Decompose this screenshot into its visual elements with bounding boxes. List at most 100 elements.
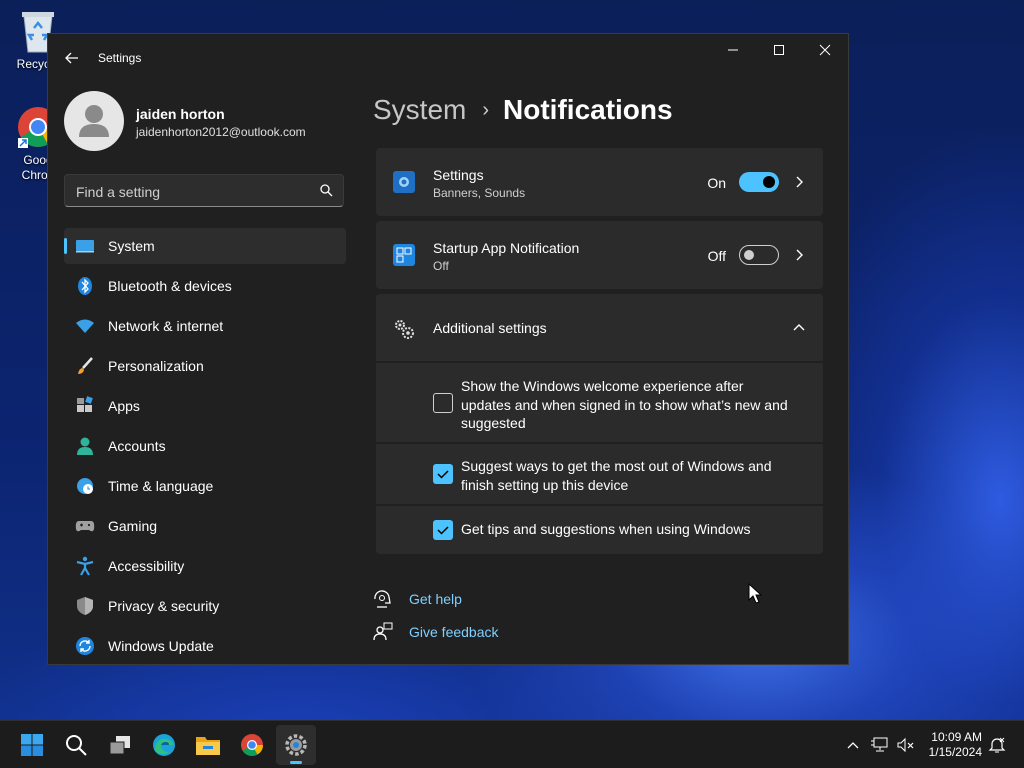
- sidebar-item-label: Network & internet: [108, 318, 224, 334]
- clock-date: 1/15/2024: [928, 745, 982, 759]
- edge-button[interactable]: [144, 725, 184, 765]
- sidebar-item-apps[interactable]: Apps: [64, 388, 346, 424]
- sidebar-item-windows-update[interactable]: Windows Update: [64, 628, 346, 664]
- breadcrumb-separator: ›: [482, 98, 490, 121]
- shield-icon: [74, 595, 96, 617]
- system-icon: [74, 235, 96, 257]
- sidebar-item-network[interactable]: Network & internet: [64, 308, 346, 344]
- edge-icon: [153, 734, 175, 756]
- title-bar[interactable]: Settings: [48, 34, 848, 82]
- close-icon: [819, 44, 831, 56]
- tips-suggestions-checkbox[interactable]: [433, 520, 453, 540]
- breadcrumb: System › Notifications: [373, 92, 673, 128]
- toggle-state-label: Off: [707, 248, 726, 264]
- settings-icon: [285, 734, 307, 756]
- sidebar-item-label: System: [108, 238, 155, 254]
- sidebar-item-label: Apps: [108, 398, 140, 414]
- notifications-toggle[interactable]: [739, 172, 779, 192]
- checkmark-icon: [437, 526, 449, 535]
- sidebar-item-privacy-security[interactable]: Privacy & security: [64, 588, 346, 624]
- back-button[interactable]: [62, 48, 82, 68]
- toggle-knob: [744, 250, 754, 260]
- start-button[interactable]: [12, 725, 52, 765]
- sidebar-item-bluetooth[interactable]: Bluetooth & devices: [64, 268, 346, 304]
- startup-notification-toggle[interactable]: [739, 245, 779, 265]
- option-row-tips-suggestions[interactable]: Get tips and suggestions when using Wind…: [376, 506, 823, 554]
- give-feedback-link[interactable]: Give feedback: [373, 620, 499, 644]
- avatar[interactable]: [64, 91, 124, 151]
- network-icon: [871, 737, 888, 752]
- update-icon: [74, 635, 96, 657]
- notification-center-button[interactable]: [987, 735, 1007, 755]
- sidebar-item-label: Bluetooth & devices: [108, 278, 232, 294]
- notification-bell-icon: [392, 170, 416, 199]
- search-icon: [66, 735, 87, 756]
- show-hidden-icons-button[interactable]: [843, 735, 863, 755]
- sidebar-item-gaming[interactable]: Gaming: [64, 508, 346, 544]
- chevron-up-icon: [847, 742, 859, 749]
- additional-settings-header[interactable]: Additional settings: [376, 294, 823, 361]
- sidebar-item-system[interactable]: System: [64, 228, 346, 264]
- search-icon: [319, 183, 333, 202]
- suggest-ways-checkbox[interactable]: [433, 464, 453, 484]
- taskbar-clock[interactable]: 10:09 AM 1/15/2024: [929, 730, 982, 760]
- option-label: Get tips and suggestions when using Wind…: [461, 521, 751, 537]
- search-input[interactable]: Find a setting: [64, 174, 344, 207]
- task-view-button[interactable]: [100, 725, 140, 765]
- minimize-icon: [728, 49, 738, 51]
- file-explorer-button[interactable]: [188, 725, 228, 765]
- chevron-right-icon[interactable]: [791, 174, 807, 190]
- close-button[interactable]: [802, 34, 848, 66]
- get-help-link[interactable]: Get help: [373, 587, 462, 611]
- back-arrow-icon: [65, 52, 78, 64]
- sidebar-item-label: Windows Update: [108, 638, 214, 654]
- network-status-button[interactable]: [870, 735, 890, 755]
- sidebar-item-label: Gaming: [108, 518, 158, 534]
- breadcrumb-parent[interactable]: System: [373, 94, 466, 126]
- sidebar-item-label: Privacy & security: [108, 598, 220, 614]
- sidebar-item-time-language[interactable]: Time & language: [64, 468, 346, 504]
- apps-icon: [74, 395, 96, 417]
- clock-time: 10:09 AM: [931, 730, 982, 744]
- link-label: Get help: [409, 591, 462, 607]
- page-title: Notifications: [503, 94, 673, 125]
- sidebar-nav: System Bluetooth & devices Network & int…: [64, 228, 346, 664]
- card-title: Settings: [433, 167, 484, 183]
- profile-email: jaidenhorton2012@outlook.com: [136, 125, 306, 139]
- chrome-button[interactable]: [232, 725, 272, 765]
- welcome-experience-checkbox[interactable]: [433, 393, 453, 413]
- volume-muted-icon: [897, 737, 914, 753]
- option-row-welcome-experience[interactable]: Show the Windows welcome experience afte…: [376, 363, 823, 442]
- globe-clock-icon: [74, 475, 96, 497]
- gamepad-icon: [74, 515, 96, 537]
- sidebar-item-accounts[interactable]: Accounts: [64, 428, 346, 464]
- chevron-right-icon[interactable]: [791, 247, 807, 263]
- minimize-button[interactable]: [710, 34, 756, 66]
- chevron-up-icon[interactable]: [791, 320, 807, 336]
- sidebar-item-personalization[interactable]: Personalization: [64, 348, 346, 384]
- file-explorer-icon: [196, 737, 220, 755]
- taskbar-search-button[interactable]: [56, 725, 96, 765]
- card-subtitle: Banners, Sounds: [433, 186, 526, 200]
- section-title: Additional settings: [433, 320, 547, 336]
- startup-app-notification-card[interactable]: Startup App Notification Off Off: [376, 221, 823, 289]
- feedback-icon: [373, 622, 393, 641]
- sidebar-item-label: Time & language: [108, 478, 214, 494]
- maximize-button[interactable]: [756, 34, 802, 66]
- brush-icon: [74, 355, 96, 377]
- sidebar-item-accessibility[interactable]: Accessibility: [64, 548, 346, 584]
- search-placeholder: Find a setting: [76, 184, 161, 200]
- settings-window: Settings jaiden horton jaidenhorton2012@…: [47, 33, 849, 665]
- notifications-setting-card[interactable]: Settings Banners, Sounds On: [376, 148, 823, 216]
- maximize-icon: [774, 45, 784, 55]
- option-label: Show the Windows welcome experience afte…: [461, 378, 788, 431]
- option-row-suggest-ways[interactable]: Suggest ways to get the most out of Wind…: [376, 444, 823, 504]
- option-label: Suggest ways to get the most out of Wind…: [461, 458, 772, 493]
- sidebar-item-label: Accounts: [108, 438, 166, 454]
- volume-button[interactable]: [896, 735, 916, 755]
- settings-taskbar-button[interactable]: [276, 725, 316, 765]
- profile-name: jaiden horton: [136, 106, 225, 122]
- checkmark-icon: [437, 470, 449, 479]
- user-avatar-icon: [79, 105, 109, 137]
- startup-app-icon: [392, 243, 416, 272]
